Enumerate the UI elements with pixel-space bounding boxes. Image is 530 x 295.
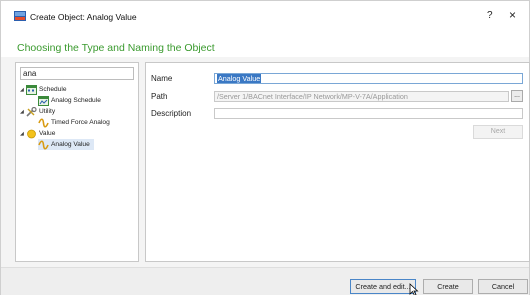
tree-item-timed-force-analog[interactable]: Timed Force Analog — [38, 117, 110, 128]
page-heading: Choosing the Type and Naming the Object — [17, 42, 215, 54]
tree-item-value[interactable]: ◢ Value — [20, 128, 55, 139]
description-label: Description — [151, 109, 192, 118]
name-label: Name — [151, 74, 173, 83]
app-icon — [14, 11, 26, 21]
create-button[interactable]: Create — [423, 279, 473, 294]
tree-item-label: Value — [39, 130, 56, 137]
tree-item-label: Analog Schedule — [51, 97, 101, 104]
create-object-dialog: Create Object: Analog Value ? × Choosing… — [0, 0, 530, 295]
object-type-panel: ◢ Schedule Analog Schedule ◢ — [15, 62, 139, 262]
browse-path-button[interactable]: ... — [511, 90, 523, 102]
title-bar: Create Object: Analog Value ? × — [1, 1, 529, 27]
tree-item-analog-value[interactable]: Analog Value — [38, 139, 94, 150]
utility-icon — [26, 106, 37, 117]
tree-item-utility[interactable]: ◢ Utility — [20, 106, 55, 117]
path-input: /Server 1/BACnet Interface/IP Network/MP… — [214, 91, 509, 102]
cancel-button[interactable]: Cancel — [478, 279, 528, 294]
description-input[interactable] — [214, 108, 523, 119]
type-search-input[interactable] — [20, 67, 134, 80]
tree-item-label: Timed Force Analog — [51, 119, 110, 126]
create-and-edit-button[interactable]: Create and edit... — [350, 279, 416, 294]
value-icon — [27, 129, 36, 138]
next-button[interactable]: Next — [473, 125, 523, 139]
tree-item-analog-schedule[interactable]: Analog Schedule — [38, 95, 101, 106]
schedule-icon — [26, 84, 37, 95]
tree-item-label: Schedule — [39, 86, 67, 93]
mouse-cursor-icon — [409, 283, 419, 295]
help-button[interactable]: ? — [487, 10, 493, 21]
analog-schedule-icon — [38, 95, 49, 106]
dialog-footer: Create and edit... Create Cancel — [1, 267, 529, 295]
object-properties-panel: Name Analog Value Path /Server 1/BACnet … — [145, 62, 530, 262]
header-band: Choosing the Type and Naming the Object — [1, 27, 529, 57]
window-title: Create Object: Analog Value — [30, 12, 137, 22]
close-button[interactable]: × — [509, 8, 516, 22]
name-input[interactable]: Analog Value — [214, 73, 523, 84]
name-input-value: Analog Value — [217, 74, 262, 83]
tree-item-schedule[interactable]: ◢ Schedule — [20, 84, 67, 95]
tree-item-label: Analog Value — [51, 141, 90, 148]
path-label: Path — [151, 92, 168, 101]
tree-item-label: Utility — [39, 108, 56, 115]
analog-wave-icon — [38, 117, 49, 128]
analog-wave-icon — [38, 139, 49, 150]
